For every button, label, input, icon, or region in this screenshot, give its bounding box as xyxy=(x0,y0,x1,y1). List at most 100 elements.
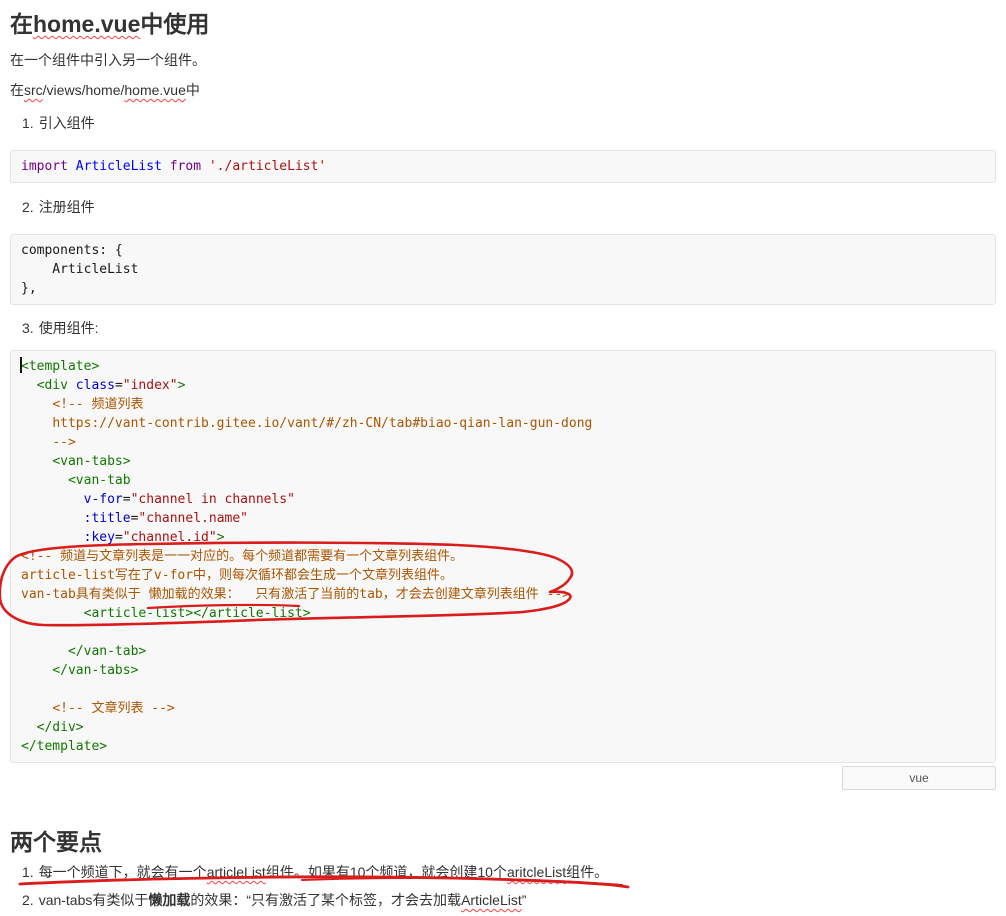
section-title-key-points: 两个要点 xyxy=(10,829,102,855)
code-token: :key xyxy=(83,530,115,545)
misspelled-word: home.vue xyxy=(124,82,186,98)
code-block-template: <template> <div class="index"> <!-- 频道列表… xyxy=(0,350,996,763)
text-segment: 在 xyxy=(10,11,33,37)
page-title: 在home.vue中使用 xyxy=(10,10,996,38)
code-token: article-list写在了v-for中，则每次循环都会生成一个文章列表组件。 xyxy=(21,568,454,583)
code-line: <article-list></article-list> xyxy=(21,604,985,623)
step-label: 引入组件 xyxy=(38,115,95,131)
code-line: :title="channel.name" xyxy=(21,509,985,528)
list-marker: 1. xyxy=(22,115,34,131)
code-token: <article-list></article-list> xyxy=(83,606,311,621)
misspelled-word: home.vue xyxy=(33,11,141,37)
code-line: <template> xyxy=(21,357,985,376)
code-token: = xyxy=(114,530,123,545)
code-token: components: { xyxy=(21,243,123,258)
code-token: "index" xyxy=(122,378,178,393)
code-token: <div xyxy=(36,378,68,393)
code-token: --> xyxy=(52,435,76,450)
code-line: components: { xyxy=(21,241,985,260)
code-token: https://vant-contrib.gitee.io/vant/#/zh-… xyxy=(52,416,593,431)
code-token: <!-- 文章列表 --> xyxy=(52,701,175,716)
code-line: ArticleList xyxy=(21,260,985,279)
code-token: v-for xyxy=(83,492,123,507)
misspelled-word: src xyxy=(24,82,43,98)
text-segment: /views/home/ xyxy=(42,82,125,98)
code-line: van-tab具有类似于 懒加载的效果： 只有激活了当前的tab，才会去创建文章… xyxy=(21,585,985,604)
step-item-3: 3. 使用组件: xyxy=(10,318,996,338)
code-token: </van-tabs> xyxy=(52,663,139,678)
code-token: van-tab具有类似于 懒加载的效果： 只有激活了当前的tab，才会去创建文章… xyxy=(21,587,571,602)
code-token: './articleList' xyxy=(208,159,327,174)
misspelled-word: ArticleList xyxy=(461,892,522,908)
code-token: "channel in channels" xyxy=(130,492,295,507)
code-block-import: import ArticleList from './articleList' xyxy=(10,150,996,183)
code-line: <van-tab xyxy=(21,471,985,490)
list-marker: 3. xyxy=(22,320,34,336)
code-token: :title xyxy=(83,511,131,526)
language-selector[interactable]: vue xyxy=(842,766,996,790)
code-line: <div class="index"> xyxy=(21,376,985,395)
intro-paragraph: 在一个组件中引入另一个组件。 xyxy=(10,52,206,68)
code-line: <!-- 文章列表 --> xyxy=(21,699,985,718)
code-line: <!-- 频道列表 xyxy=(21,395,985,414)
code-token: > xyxy=(216,530,225,545)
text-segment: 的效果：“只有激活了某个标签，才会去加载 xyxy=(190,892,462,908)
code-line: import ArticleList from './articleList' xyxy=(21,157,985,176)
text-cursor xyxy=(20,357,22,373)
text-segment: 组件。如果有10个频道，就会创建10个 xyxy=(265,864,507,880)
document-page: { "colors": { "annotation_red": "#d91c1c… xyxy=(0,0,1006,916)
code-token: class xyxy=(75,378,115,393)
code-token: ArticleList xyxy=(75,159,162,174)
text-segment: 中 xyxy=(185,82,200,98)
text-segment: van-tabs有类似于 xyxy=(38,892,149,908)
code-token: from xyxy=(169,159,202,174)
text-segment: 每一个频道下，就会有一个 xyxy=(38,864,207,880)
key-point-text: 每一个频道下，就会有一个articleList组件。如果有10个频道，就会创建1… xyxy=(39,864,608,880)
code-token: </template> xyxy=(21,739,108,754)
code-line: }, xyxy=(21,279,985,298)
code-token: = xyxy=(122,492,131,507)
code-token: = xyxy=(114,378,123,393)
code-line: --> xyxy=(21,433,985,452)
code-token: import xyxy=(21,159,68,174)
code-token: <!-- 频道与文章列表是一一对应的。每个频道都需要有一个文章列表组件。 xyxy=(21,549,464,564)
file-path-paragraph: 在src/views/home/home.vue中 xyxy=(10,80,996,100)
code-token: <!-- 频道列表 xyxy=(52,397,144,412)
code-line: :key="channel.id"> xyxy=(21,528,985,547)
misspelled-word: aritcleList xyxy=(506,864,567,880)
code-token: <template> xyxy=(21,359,100,374)
key-point-text: van-tabs有类似于懒加载的效果：“只有激活了某个标签，才会去加载Artic… xyxy=(39,892,527,908)
code-line: </template> xyxy=(21,737,985,756)
bold-text: 懒加载 xyxy=(148,892,191,908)
step-label: 注册组件 xyxy=(38,199,95,215)
code-line: <!-- 频道与文章列表是一一对应的。每个频道都需要有一个文章列表组件。 xyxy=(21,547,985,566)
text-segment: 中使用 xyxy=(140,11,210,37)
code-token: ArticleList xyxy=(21,262,139,277)
step-item-2: 2. 注册组件 xyxy=(10,197,996,217)
code-token: <van-tab xyxy=(67,473,131,488)
code-token: </div> xyxy=(36,720,84,735)
code-line: </van-tab> xyxy=(21,642,985,661)
code-token: }, xyxy=(21,281,37,296)
code-line: https://vant-contrib.gitee.io/vant/#/zh-… xyxy=(21,414,985,433)
code-token: > xyxy=(177,378,186,393)
code-block-components: components: { ArticleList}, xyxy=(10,234,996,305)
code-line: article-list写在了v-for中，则每次循环都会生成一个文章列表组件。 xyxy=(21,566,985,585)
step-label: 使用组件: xyxy=(38,320,99,336)
code-token: <van-tabs> xyxy=(52,454,131,469)
